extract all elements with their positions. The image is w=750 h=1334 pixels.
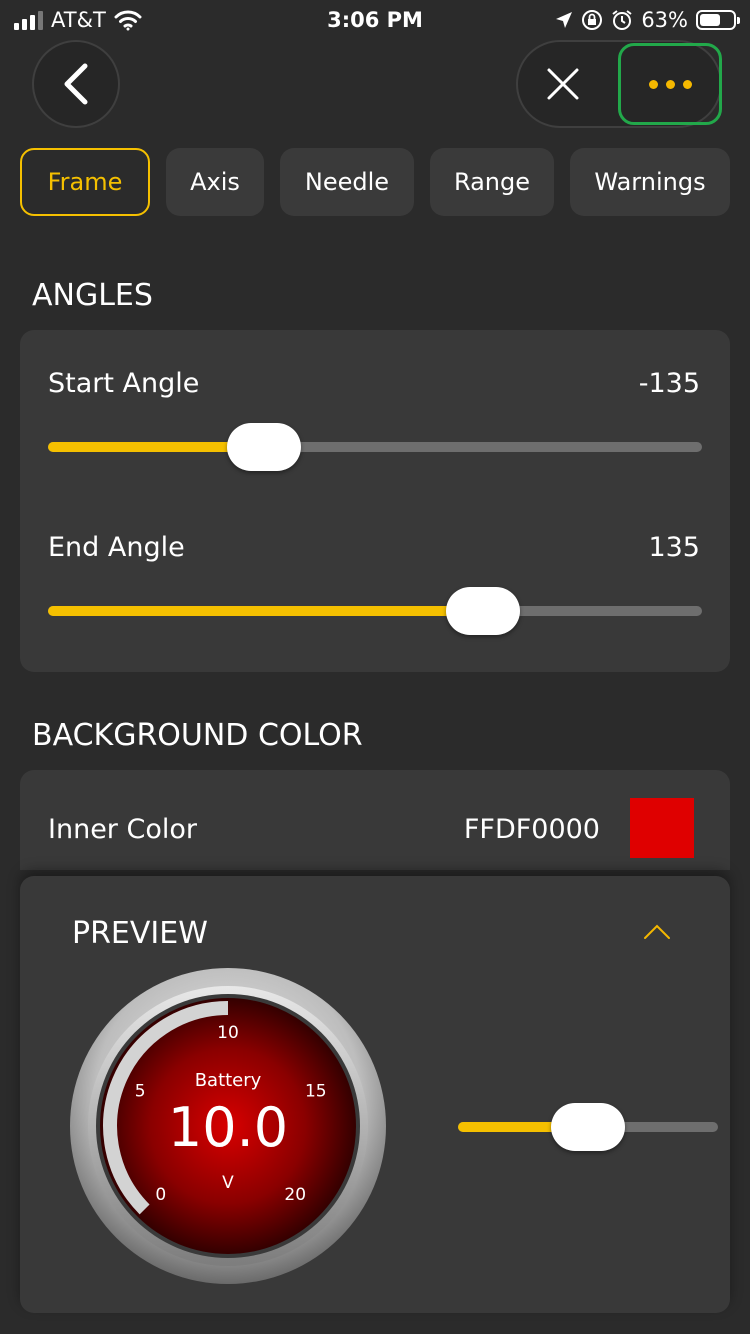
inner-color-label: Inner Color [48, 814, 197, 845]
slider-thumb[interactable] [226, 423, 301, 471]
tab-needle[interactable]: Needle [280, 148, 414, 216]
status-bar: AT&T 3:06 PM 63% [0, 0, 750, 40]
tab-warnings[interactable]: Warnings [570, 148, 730, 216]
section-title-angles: ANGLES [32, 278, 153, 313]
more-dot-icon [665, 79, 675, 89]
preview-title: PREVIEW [72, 916, 208, 951]
close-button[interactable] [518, 42, 608, 126]
mini-program-capsule [516, 40, 722, 128]
end-angle-label: End Angle [48, 532, 185, 563]
preview-value-slider[interactable] [458, 1103, 718, 1151]
gauge-tick-label: 5 [135, 1082, 146, 1102]
slider-thumb[interactable] [445, 587, 520, 635]
gauge-tick-label: 15 [305, 1082, 327, 1102]
inner-color-swatch[interactable] [630, 798, 694, 858]
tab-range[interactable]: Range [430, 148, 554, 216]
more-dot-icon [648, 79, 658, 89]
more-button[interactable] [618, 43, 722, 125]
tab-bar: Frame Axis Needle Range Warnings [20, 148, 750, 216]
more-dot-icon [682, 79, 692, 89]
section-title-background-color: BACKGROUND COLOR [32, 718, 363, 753]
location-arrow-icon [556, 12, 573, 28]
tab-axis[interactable]: Axis [166, 148, 264, 216]
end-angle-slider[interactable] [48, 587, 702, 635]
chevron-left-icon [64, 63, 88, 105]
gauge: 0 5 10 15 20 Battery 10.0 V [70, 968, 386, 1284]
close-icon [547, 68, 579, 100]
preview-panel: PREVIEW 0 5 10 15 20 Battery 10.0 V [20, 876, 730, 1313]
gauge-value: 10.0 [168, 1096, 288, 1159]
end-angle-value: 135 [648, 532, 700, 563]
gauge-label: Battery [195, 1070, 262, 1091]
back-button[interactable] [32, 40, 120, 128]
angles-card: Start Angle -135 End Angle 135 [20, 330, 730, 672]
battery-icon [696, 10, 740, 30]
inner-color-value: FFDF0000 [463, 814, 600, 845]
orientation-lock-icon [582, 10, 603, 30]
slider-thumb[interactable] [551, 1103, 625, 1151]
start-angle-value: -135 [638, 368, 700, 399]
alarm-icon [612, 10, 632, 30]
tab-frame[interactable]: Frame [20, 148, 150, 216]
battery-percent: 63% [641, 8, 688, 32]
gauge-tick-label: 10 [217, 1023, 239, 1043]
start-angle-slider[interactable] [48, 423, 702, 471]
start-angle-label: Start Angle [48, 368, 200, 399]
slider-fill [48, 606, 483, 616]
gauge-tick-label: 0 [155, 1185, 166, 1205]
chevron-up-icon[interactable] [642, 922, 672, 942]
gauge-tick-label: 20 [284, 1185, 306, 1205]
background-color-card: Inner Color FFDF0000 [20, 770, 730, 870]
gauge-unit: V [222, 1173, 234, 1193]
